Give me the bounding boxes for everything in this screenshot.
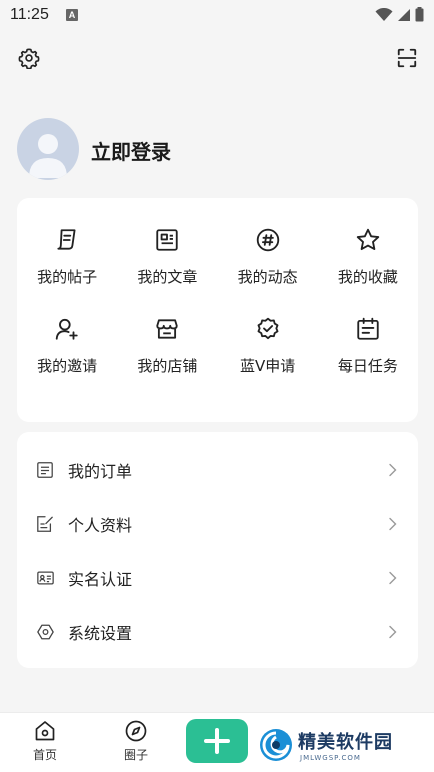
grid-label-moments: 我的动态 (237, 268, 298, 286)
signal-icon (398, 8, 410, 21)
chevron-right-icon (389, 571, 397, 585)
grid-item-favorites[interactable]: 我的收藏 (318, 226, 418, 287)
hashtag-icon (256, 228, 279, 252)
watermark-title: 精美软件园 (298, 732, 393, 753)
watermark-subtitle: JMLWGSP.COM (300, 754, 361, 762)
menu-label-profile: 个人资料 (68, 516, 133, 535)
star-icon (356, 228, 380, 251)
chevron-right-icon (389, 463, 397, 477)
wifi-icon (375, 7, 393, 21)
menu-item-verification[interactable]: 实名认证 (17, 551, 418, 605)
grid-label-articles: 我的文章 (137, 268, 198, 286)
battery-icon (415, 7, 424, 22)
swirl-logo-icon (260, 729, 292, 761)
grid-label-daily-tasks: 每日任务 (337, 357, 398, 375)
gear-icon (18, 48, 40, 69)
grid-label-invites: 我的邀请 (37, 357, 98, 375)
home-icon (35, 721, 55, 741)
post-icon (57, 229, 76, 250)
chevron-right-icon (389, 517, 397, 531)
quick-actions-card: 我的帖子 我的文章 我的动态 我的收藏 我的邀请 我的店铺 蓝V申请 每日任务 (17, 198, 418, 422)
menu-item-profile[interactable]: 个人资料 (17, 497, 418, 551)
grid-item-moments[interactable]: 我的动态 (218, 226, 318, 287)
tab-home-label: 首页 (32, 748, 57, 762)
status-time: 11:25 (10, 6, 49, 23)
verified-badge-icon (257, 317, 279, 340)
grid-item-invites[interactable]: 我的邀请 (17, 315, 117, 376)
add-post-button[interactable] (186, 719, 248, 763)
watermark-logo: 精美软件园 JMLWGSP.COM (258, 727, 393, 763)
status-indicators (375, 7, 424, 22)
article-icon (156, 229, 179, 251)
avatar[interactable] (17, 118, 79, 180)
menu-list-card: 我的订单 个人资料 实名认证 系统设置 (17, 432, 418, 668)
grid-item-store[interactable]: 我的店铺 (117, 315, 217, 376)
calendar-task-icon (357, 317, 379, 340)
invite-user-icon (55, 318, 78, 340)
grid-label-favorites: 我的收藏 (337, 268, 398, 286)
scan-icon (397, 48, 417, 68)
compass-icon (125, 720, 147, 742)
grid-label-store: 我的店铺 (137, 357, 198, 375)
status-bar: 11:25 A (0, 0, 434, 30)
menu-item-orders[interactable]: 我的订单 (17, 443, 418, 497)
tab-home[interactable]: 首页 (15, 719, 75, 763)
grid-item-posts[interactable]: 我的帖子 (17, 226, 117, 287)
id-card-icon (36, 571, 54, 585)
tab-circle[interactable]: 圈子 (106, 719, 166, 763)
grid-label-posts: 我的帖子 (37, 268, 98, 286)
hexagon-settings-icon (36, 624, 54, 640)
default-avatar-icon (29, 134, 67, 178)
menu-label-verification: 实名认证 (68, 570, 133, 589)
scan-button[interactable] (394, 45, 420, 71)
grid-item-articles[interactable]: 我的文章 (117, 226, 217, 287)
grid-label-bluev: 蓝V申请 (239, 357, 296, 375)
bottom-nav: 首页 圈子 精美软件园 JMLWGSP.COM (0, 712, 434, 772)
grid-item-bluev[interactable]: 蓝V申请 (218, 315, 318, 376)
settings-button[interactable] (16, 45, 42, 71)
login-link[interactable]: 立即登录 (91, 136, 171, 165)
order-icon (37, 462, 53, 478)
edit-profile-icon (37, 516, 53, 532)
chevron-right-icon (389, 625, 397, 639)
store-icon (156, 319, 179, 339)
plus-icon (204, 728, 230, 754)
menu-item-system-settings[interactable]: 系统设置 (17, 605, 418, 659)
menu-label-system-settings: 系统设置 (68, 624, 133, 643)
notification-icon: A (66, 9, 78, 21)
menu-label-orders: 我的订单 (68, 462, 133, 481)
grid-item-daily-tasks[interactable]: 每日任务 (318, 315, 418, 376)
tab-circle-label: 圈子 (123, 748, 148, 762)
